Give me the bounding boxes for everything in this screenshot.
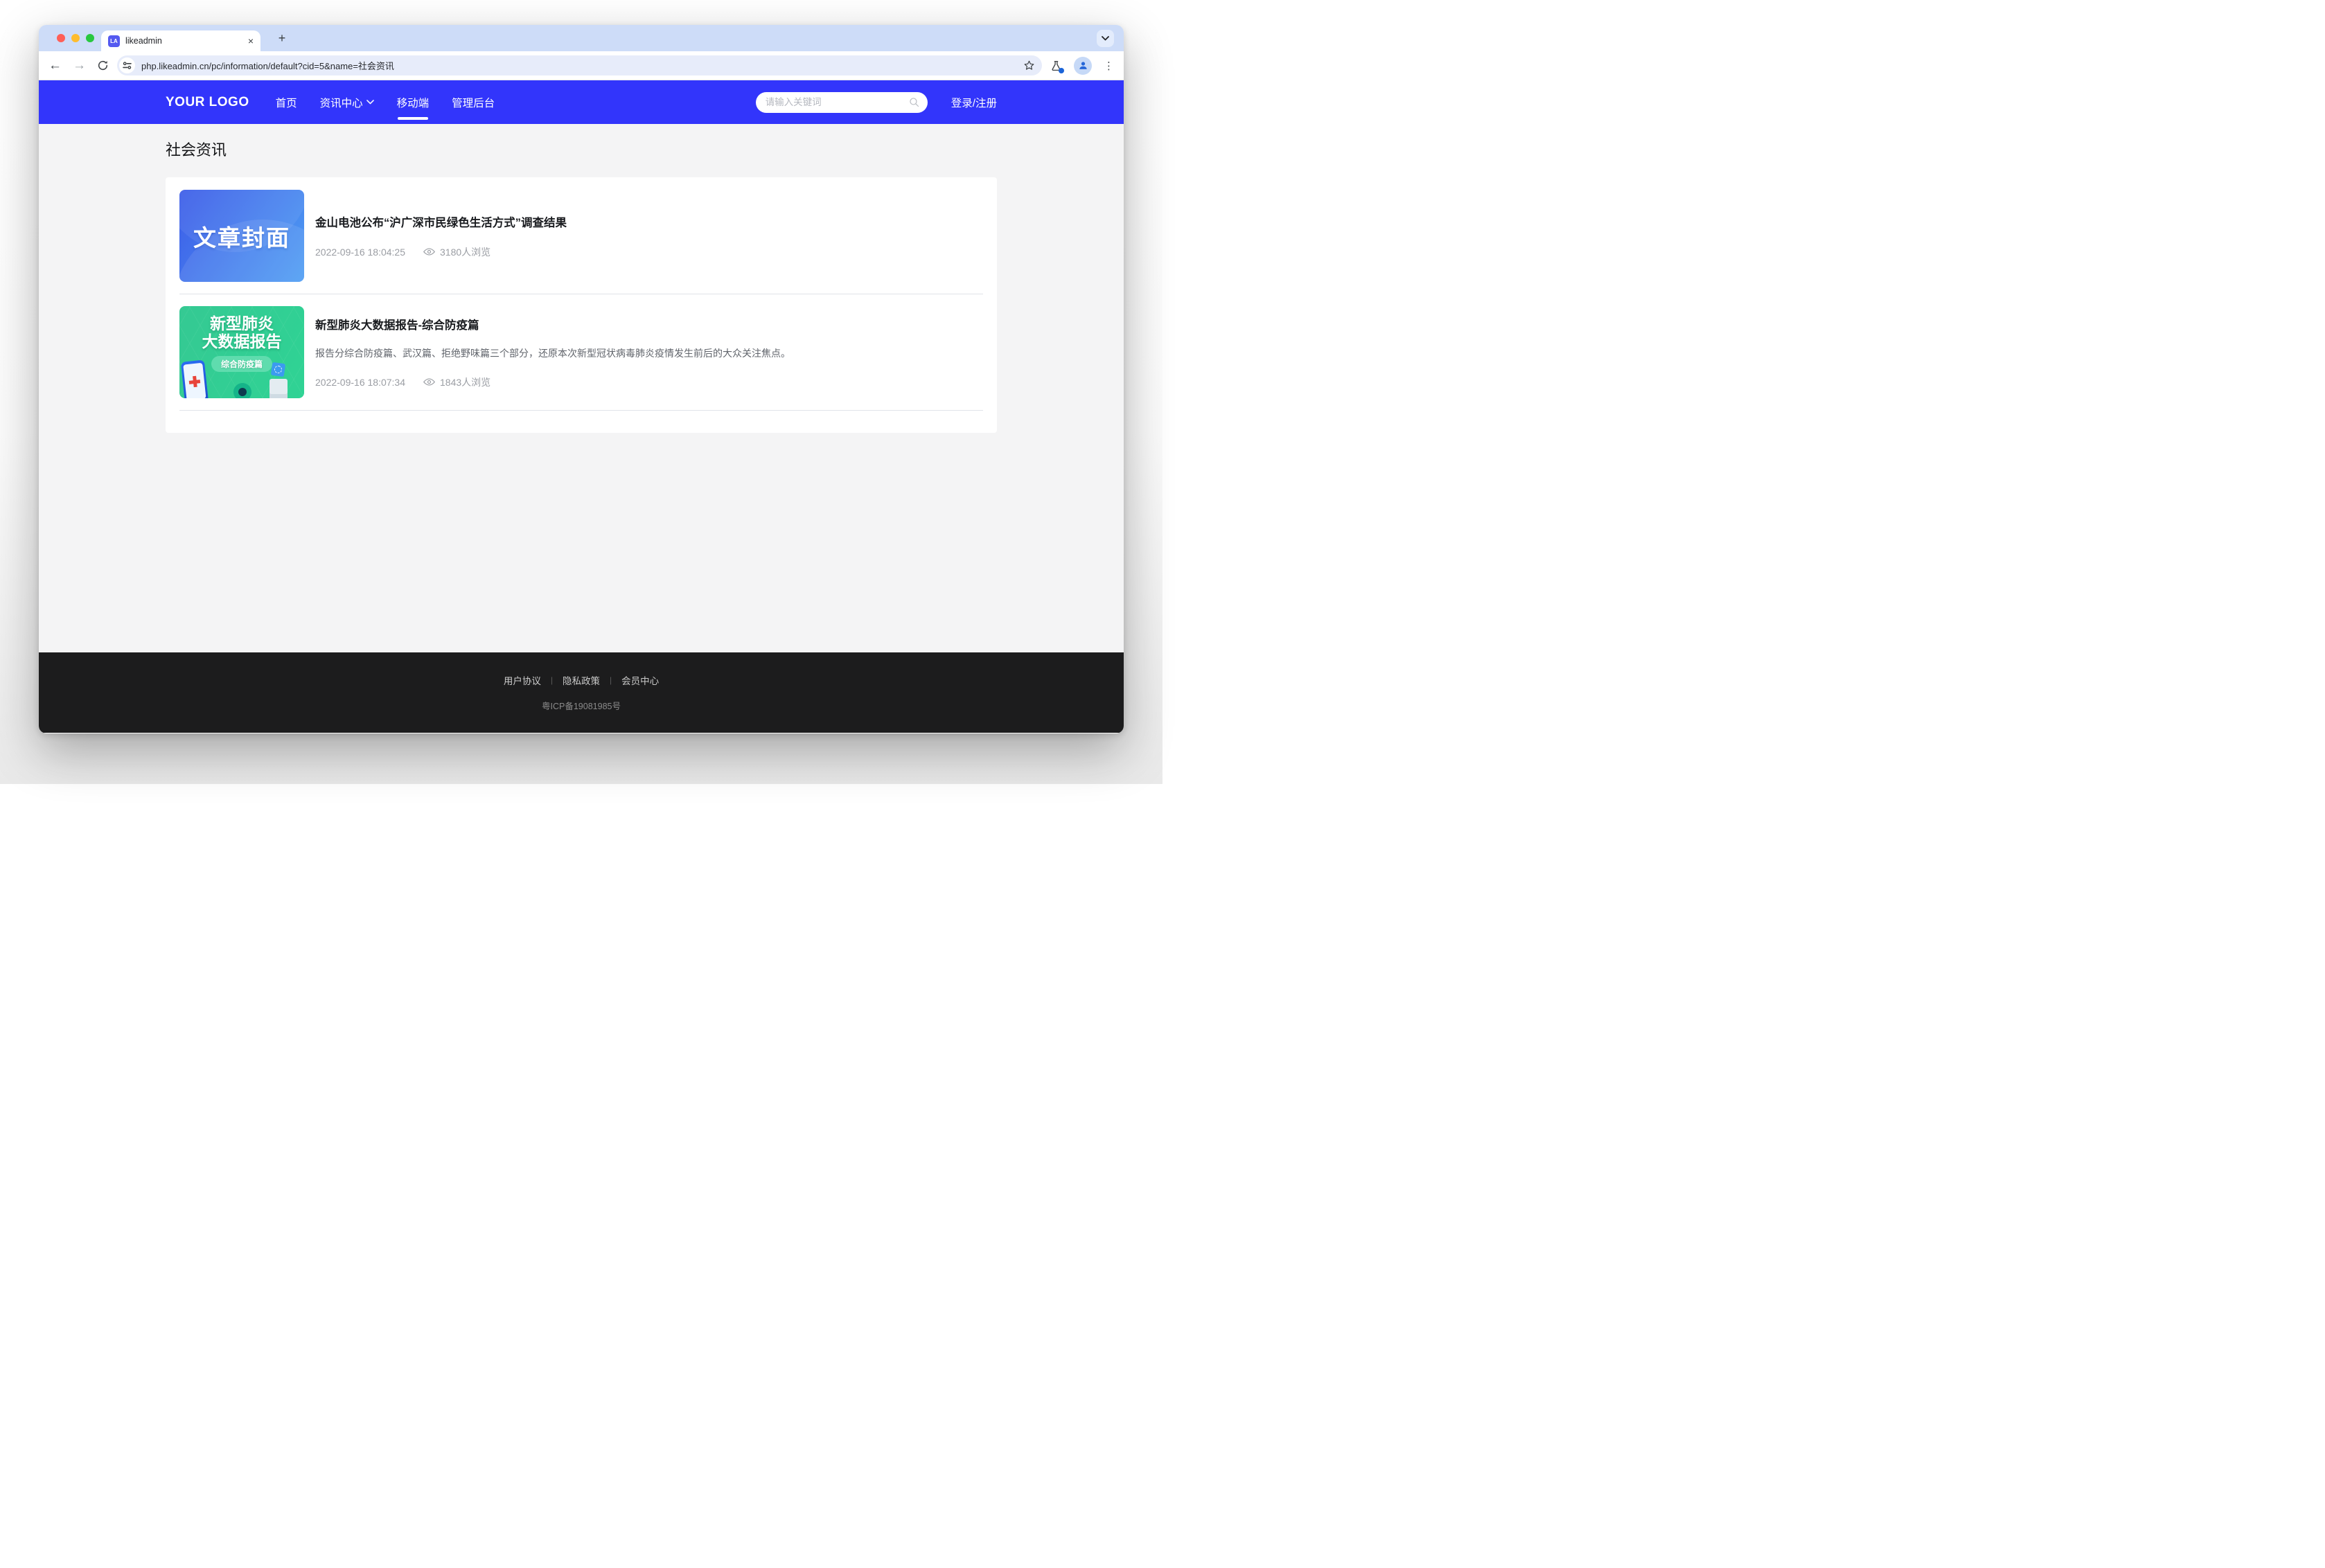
flask-notification-dot (1059, 68, 1064, 73)
reload-icon[interactable] (97, 60, 109, 71)
nav-item-home[interactable]: 首页 (276, 95, 297, 110)
eye-icon (423, 377, 435, 386)
url-text[interactable]: php.likeadmin.cn/pc/information/default?… (141, 59, 1018, 72)
browser-toolbar: ← → php.likeadmin.cn/pc/information/defa… (39, 51, 1124, 80)
window-close-button[interactable] (57, 34, 65, 42)
footer-link-user-agreement[interactable]: 用户协议 (504, 673, 541, 687)
cover-placeholder-text: 文章封面 (193, 220, 290, 253)
forward-icon[interactable]: → (73, 59, 86, 72)
site-favicon: LA (108, 35, 120, 47)
article-list-card: 文章封面 金山电池公布“沪广深市民绿色生活方式”调查结果 2022-09-16 … (166, 177, 997, 433)
tab-close-icon[interactable]: × (248, 35, 254, 46)
new-tab-button[interactable]: + (273, 29, 291, 47)
article-date: 2022-09-16 18:07:34 (315, 377, 405, 388)
profile-avatar[interactable] (1074, 57, 1092, 75)
page-viewport: YOUR LOGO 首页 资讯中心 移动端 管理后台 登录 (39, 80, 1124, 733)
page-title: 社会资讯 (166, 138, 997, 160)
tab-strip: LA likeadmin × + (39, 25, 1124, 51)
chevron-down-icon (366, 100, 374, 105)
footer-link-member-center[interactable]: 会员中心 (621, 673, 659, 687)
nav-item-mobile[interactable]: 移动端 (397, 95, 430, 110)
article-row[interactable]: 文章封面 金山电池公布“沪广深市民绿色生活方式”调查结果 2022-09-16 … (179, 190, 983, 294)
article-views: 1843人浏览 (440, 375, 490, 389)
window-zoom-button[interactable] (86, 34, 94, 42)
tab-search-button[interactable] (1097, 30, 1114, 47)
article-cover-image[interactable]: 文章封面 (179, 190, 304, 282)
login-register-link[interactable]: 登录/注册 (951, 95, 997, 110)
search-input[interactable] (766, 97, 909, 107)
cover-badge: 综合防疫篇 (211, 356, 272, 372)
toolbar-actions: ⋮ (1050, 57, 1114, 75)
watch-illustration (231, 381, 254, 398)
window-controls (57, 34, 94, 42)
main-menu: 首页 资讯中心 移动端 管理后台 (276, 95, 495, 110)
url-bar[interactable]: php.likeadmin.cn/pc/information/default?… (117, 55, 1042, 75)
nav-item-admin[interactable]: 管理后台 (452, 95, 495, 110)
person-icon (1078, 60, 1088, 71)
icp-record-number: 粤ICP备19081985号 (542, 699, 621, 712)
machine-illustration (269, 379, 288, 398)
phone-illustration (181, 359, 209, 398)
article-row[interactable]: 新型肺炎 大数据报告 综合防疫篇 新型肺炎大数据报告-综合防疫篇 (179, 294, 983, 411)
article-title[interactable]: 新型肺炎大数据报告-综合防疫篇 (315, 316, 983, 332)
window-minimize-button[interactable] (71, 34, 80, 42)
fingerprint-illustration (271, 362, 285, 377)
cover-title-line1: 新型肺炎 (210, 315, 274, 333)
bookmark-star-icon[interactable] (1023, 60, 1035, 71)
search-icon[interactable] (909, 97, 919, 107)
search-box[interactable] (756, 92, 928, 113)
nav-item-news[interactable]: 资讯中心 (320, 95, 374, 110)
desktop-background: LA likeadmin × + ← → php.likeadmin.cn/pc… (0, 0, 1162, 784)
article-cover-image[interactable]: 新型肺炎 大数据报告 综合防疫篇 (179, 306, 304, 398)
tab-title: likeadmin (125, 36, 248, 46)
browser-menu-icon[interactable]: ⋮ (1104, 60, 1114, 72)
site-settings-icon[interactable] (119, 57, 135, 73)
experiments-flask-icon[interactable] (1050, 60, 1062, 72)
article-summary: 报告分综合防疫篇、武汉篇、拒绝野味篇三个部分，还原本次新型冠状病毒肺炎疫情发生前… (315, 346, 983, 360)
site-footer: 用户协议 | 隐私政策 | 会员中心 粤ICP备19081985号 (39, 652, 1124, 733)
eye-icon (423, 247, 435, 256)
site-navbar: YOUR LOGO 首页 资讯中心 移动端 管理后台 登录 (39, 80, 1124, 124)
chevron-down-icon (1102, 36, 1109, 41)
footer-separator: | (610, 675, 612, 685)
footer-separator: | (551, 675, 553, 685)
browser-tab[interactable]: LA likeadmin × (101, 30, 260, 51)
browser-window: LA likeadmin × + ← → php.likeadmin.cn/pc… (39, 25, 1124, 733)
site-logo[interactable]: YOUR LOGO (166, 95, 249, 110)
article-title[interactable]: 金山电池公布“沪广深市民绿色生活方式”调查结果 (315, 213, 983, 230)
article-views: 3180人浏览 (440, 245, 490, 259)
cover-title-line2: 大数据报告 (202, 333, 282, 351)
article-date: 2022-09-16 18:04:25 (315, 247, 405, 258)
footer-link-privacy-policy[interactable]: 隐私政策 (563, 673, 600, 687)
back-icon[interactable]: ← (48, 59, 62, 72)
